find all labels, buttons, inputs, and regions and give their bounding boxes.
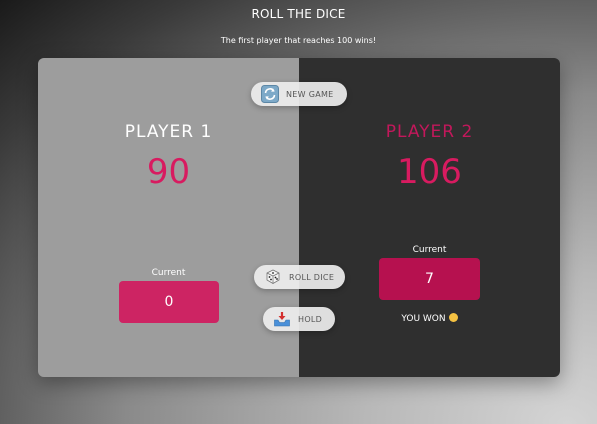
player-2-current-score: 7 — [425, 271, 434, 287]
roll-dice-button[interactable]: ROLL DICE — [254, 265, 345, 289]
winner-text: YOU WON — [401, 314, 446, 324]
player-1-panel: PLAYER 1 90 Current 0 — [38, 58, 299, 377]
refresh-icon — [261, 85, 279, 103]
new-game-button[interactable]: NEW GAME — [251, 82, 347, 106]
player-1-score: 90 — [146, 152, 191, 192]
winner-message: YOU WON — [299, 313, 560, 324]
page-subtitle: The first player that reaches 100 wins! — [220, 36, 377, 45]
player-2-panel: PLAYER 2 106 Current 7 YOU WON — [299, 58, 560, 377]
player-2-current-label: Current — [412, 245, 447, 255]
new-game-label: NEW GAME — [286, 89, 334, 99]
player-1-current-score: 0 — [164, 294, 174, 310]
face-emoji-icon — [448, 313, 458, 322]
hold-label: HOLD — [298, 314, 323, 324]
player-2-score: 106 — [397, 152, 462, 192]
roll-dice-label: ROLL DICE — [289, 272, 335, 282]
player-2-current-box: 7 — [379, 258, 480, 300]
dice-icon — [266, 269, 280, 284]
player-2-name: PLAYER 2 — [385, 122, 474, 142]
hold-button[interactable]: HOLD — [263, 307, 335, 331]
inbox-tray-icon — [274, 312, 290, 327]
player-1-current-box: 0 — [119, 281, 219, 323]
page-title: ROLL THE DICE — [251, 7, 346, 21]
player-1-name: PLAYER 1 — [124, 122, 213, 142]
